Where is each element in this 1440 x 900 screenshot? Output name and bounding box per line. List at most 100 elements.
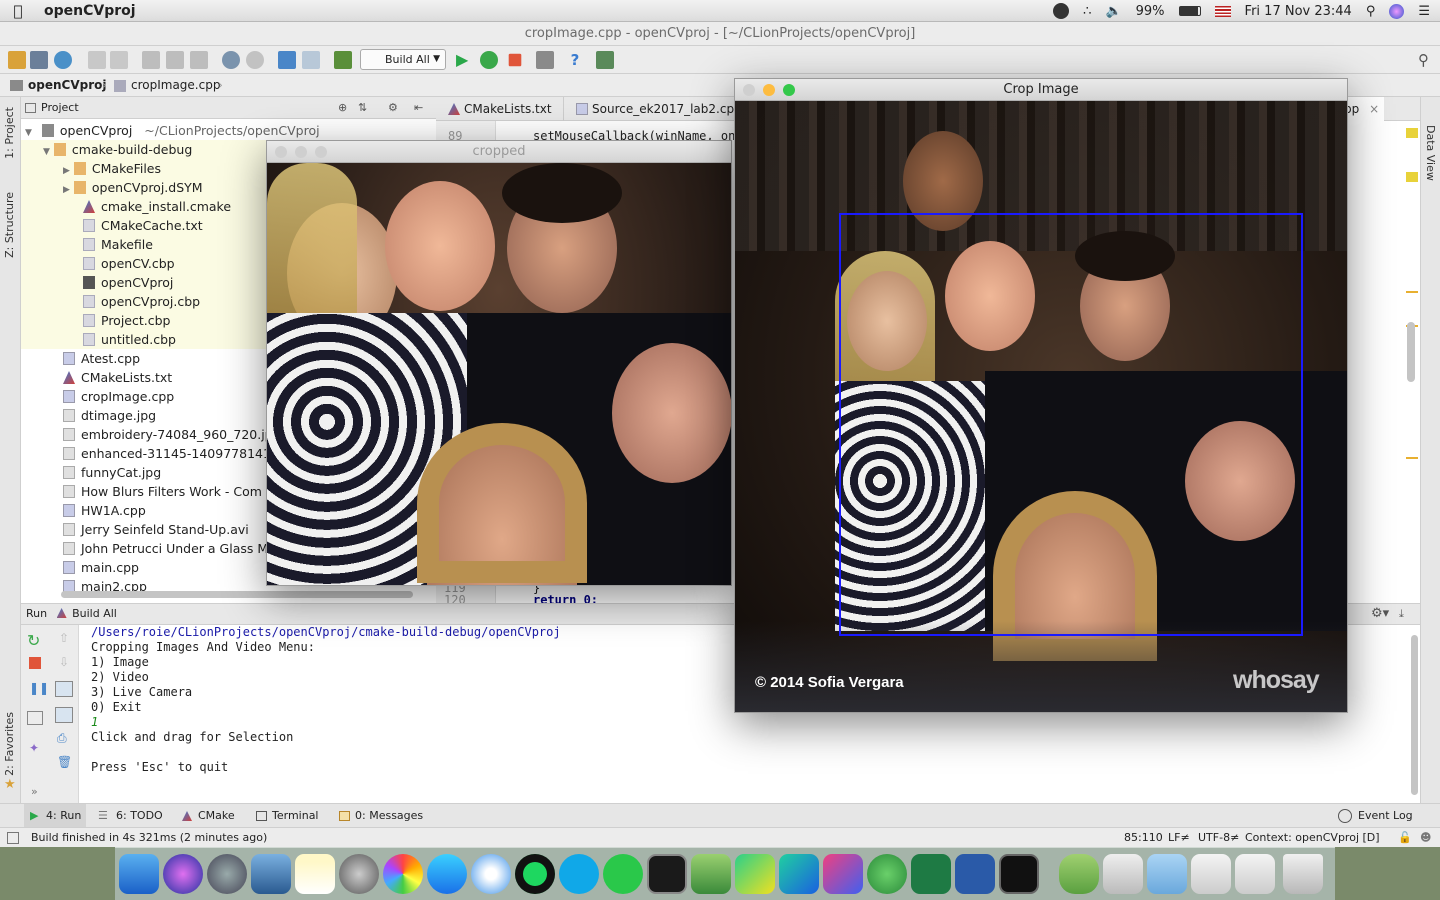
skype-icon[interactable] xyxy=(1053,3,1070,19)
crop-image-window[interactable]: Crop Image © 2014 Sofia Vergara whosay xyxy=(734,78,1348,713)
clock[interactable]: Fri 17 Nov 23:44 xyxy=(1245,4,1352,19)
app-store-icon[interactable] xyxy=(427,854,467,894)
close-button[interactable] xyxy=(275,146,287,158)
trash-icon[interactable]: 🗑 xyxy=(57,755,72,769)
word-icon[interactable] xyxy=(955,854,995,894)
tab-project[interactable]: 1: Project xyxy=(3,107,16,159)
applications-folder-icon[interactable] xyxy=(1147,854,1187,894)
list-item[interactable]: untitled.cbp xyxy=(83,330,176,349)
hide-panel-icon[interactable]: ⤓ xyxy=(1399,604,1404,624)
list-item[interactable]: Atest.cpp xyxy=(63,349,140,368)
close-icon[interactable]: × xyxy=(1369,102,1379,116)
selection-rectangle[interactable] xyxy=(839,213,1303,636)
cropped-window[interactable]: cropped xyxy=(266,140,732,586)
redo-icon[interactable] xyxy=(110,51,128,69)
more-icon[interactable]: » xyxy=(31,785,38,798)
horizontal-scrollbar[interactable] xyxy=(61,591,413,598)
siri-icon[interactable] xyxy=(163,854,203,894)
list-item[interactable]: How Blurs Filters Work - Com xyxy=(63,482,262,501)
tree-root[interactable]: ▼ openCVproj ~/CLionProjects/openCVproj xyxy=(21,121,436,140)
photos-icon[interactable] xyxy=(383,854,423,894)
app-menu[interactable]: openCVproj xyxy=(44,3,136,19)
minimize-button[interactable] xyxy=(295,146,307,158)
list-item[interactable]: ▶ CMakeFiles xyxy=(63,159,161,178)
stop-icon[interactable] xyxy=(29,657,41,669)
excel-icon[interactable] xyxy=(911,854,951,894)
pin-icon[interactable]: ✦ xyxy=(29,741,39,755)
back-icon[interactable] xyxy=(278,51,296,69)
list-item[interactable]: Project.cbp xyxy=(83,311,170,330)
wifi-icon[interactable]: ∴ xyxy=(1083,4,1091,19)
list-item[interactable]: CMakeLists.txt xyxy=(63,368,172,387)
locate-icon[interactable]: ⊕ xyxy=(338,97,347,119)
list-item[interactable]: funnyCat.jpg xyxy=(63,463,161,482)
tab-cmake[interactable]: CMake xyxy=(180,804,235,828)
forward-icon[interactable] xyxy=(302,51,320,69)
find-icon[interactable] xyxy=(222,51,240,69)
list-item[interactable]: HW1A.cpp xyxy=(63,501,146,520)
zoom-button[interactable] xyxy=(315,146,327,158)
rerun-icon[interactable]: ↻ xyxy=(27,631,40,650)
scroll-end-icon[interactable] xyxy=(55,707,73,723)
tab-run[interactable]: ▶ 4: Run xyxy=(24,804,86,828)
project-panel-title[interactable]: Project xyxy=(41,101,79,114)
run-icon[interactable]: ▶ xyxy=(456,51,474,69)
android-studio-icon[interactable] xyxy=(691,854,731,894)
up-arrow-icon[interactable]: ⇧ xyxy=(59,631,69,645)
tab-structure[interactable]: Z: Structure xyxy=(3,192,16,258)
run-config-label[interactable]: Build All xyxy=(72,607,117,620)
cropped-window-titlebar[interactable]: cropped xyxy=(267,141,731,163)
line-separator[interactable]: LF≠ xyxy=(1168,828,1190,848)
pycharm-icon[interactable] xyxy=(735,854,775,894)
safari-icon[interactable] xyxy=(471,854,511,894)
list-item[interactable]: Makefile xyxy=(83,235,153,254)
soft-wrap-icon[interactable] xyxy=(55,681,73,697)
breadcrumb-file[interactable]: cropImage.cpp xyxy=(131,74,220,97)
console-icon[interactable] xyxy=(999,854,1039,894)
down-arrow-icon[interactable]: ⇩ xyxy=(59,655,69,669)
gear-icon[interactable]: ⚙ xyxy=(388,97,398,119)
tab-terminal[interactable]: Terminal xyxy=(254,804,319,828)
spring-tool-icon[interactable] xyxy=(867,854,907,894)
copy-icon[interactable] xyxy=(166,51,184,69)
layout-icon[interactable] xyxy=(27,711,43,725)
source-image[interactable]: © 2014 Sofia Vergara whosay xyxy=(735,101,1347,712)
build-icon[interactable] xyxy=(334,51,352,69)
list-item[interactable]: openCVproj xyxy=(83,273,173,292)
flag-icon[interactable] xyxy=(1214,5,1231,17)
cut-icon[interactable] xyxy=(142,51,160,69)
list-item[interactable]: embroidery-74084_960_720.jp xyxy=(63,425,273,444)
volume-icon[interactable]: 🔈 xyxy=(1105,4,1121,19)
preview-icon[interactable] xyxy=(251,854,291,894)
tab-todo[interactable]: ☰ 6: TODO xyxy=(98,804,163,828)
tab-messages[interactable]: 0: Messages xyxy=(337,804,423,828)
tab-cropimage[interactable]: pp × xyxy=(1344,97,1384,121)
clion-icon[interactable] xyxy=(779,854,819,894)
lock-icon[interactable]: 🔓 xyxy=(1398,828,1412,848)
list-item[interactable]: dtimage.jpg xyxy=(63,406,156,425)
list-item[interactable]: cropImage.cpp xyxy=(63,387,174,406)
hide-icon[interactable]: ⇤ xyxy=(414,97,423,119)
spotify-icon[interactable] xyxy=(515,854,555,894)
skype-icon[interactable] xyxy=(559,854,599,894)
vertical-scrollbar[interactable] xyxy=(1407,322,1415,382)
list-item[interactable]: cmake_install.cmake xyxy=(83,197,231,216)
collapse-icon[interactable]: ⇅ xyxy=(358,97,367,119)
document-icon[interactable] xyxy=(1103,854,1143,894)
excel-document-icon[interactable] xyxy=(1191,854,1231,894)
notification-center-icon[interactable]: ☰ xyxy=(1418,4,1430,19)
search-everywhere-icon[interactable]: ⚲ xyxy=(1418,51,1436,69)
battery-percent[interactable]: 99% xyxy=(1136,4,1165,19)
breadcrumb-project[interactable]: openCVproj xyxy=(28,74,106,97)
notes-icon[interactable] xyxy=(295,854,335,894)
list-item[interactable]: main.cpp xyxy=(63,558,139,577)
list-item[interactable]: ▶ openCVproj.dSYM xyxy=(63,178,203,197)
print-icon[interactable]: ⎙ xyxy=(57,731,67,746)
tool-window-toggle-icon[interactable] xyxy=(7,832,19,844)
zoom-button[interactable] xyxy=(783,84,795,96)
list-item[interactable]: openCV.cbp xyxy=(83,254,175,273)
undo-icon[interactable] xyxy=(88,51,106,69)
siri-icon[interactable] xyxy=(1389,3,1405,19)
paste-icon[interactable] xyxy=(190,51,208,69)
resolve-context[interactable]: Context: openCVproj [D] xyxy=(1245,828,1380,848)
